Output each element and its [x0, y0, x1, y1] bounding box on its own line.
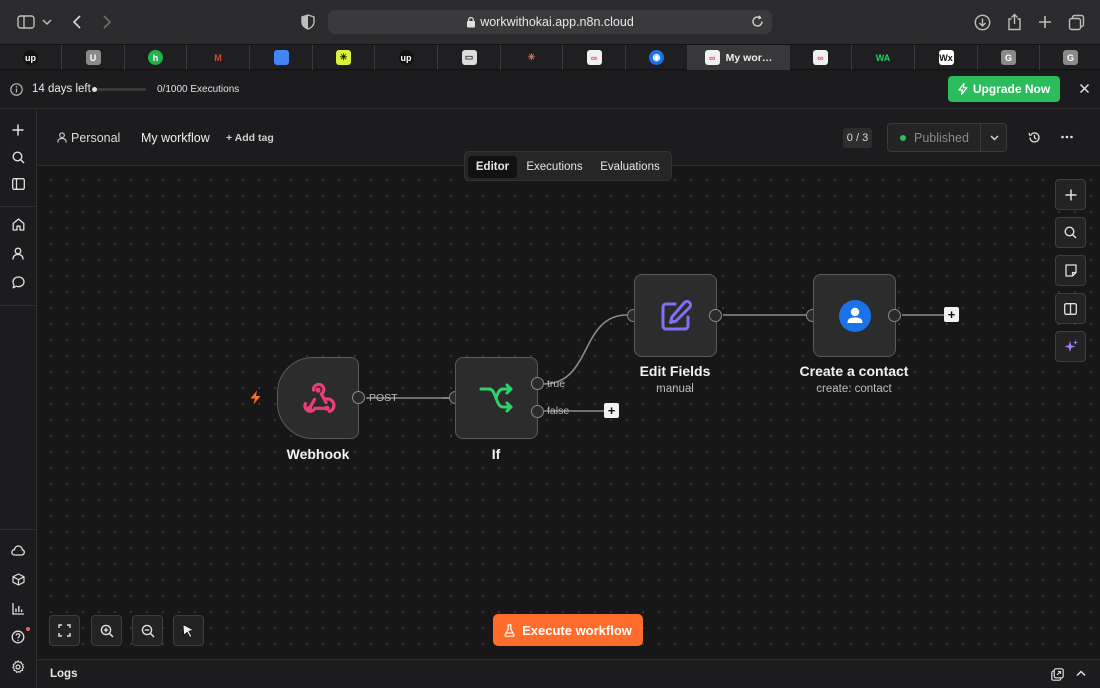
- webhook-node-title: Webhook: [286, 446, 350, 462]
- ai-assistant-button[interactable]: [1055, 331, 1086, 362]
- if-node-title: If: [491, 446, 501, 462]
- plus-icon: [1065, 189, 1076, 200]
- if-true-output-handle[interactable]: [531, 377, 544, 390]
- fit-view-icon: [58, 624, 71, 637]
- view-tabs: Editor Executions Evaluations: [464, 151, 672, 181]
- add-node-after-contact-button[interactable]: +: [944, 307, 959, 322]
- sparkle-icon: [1064, 339, 1078, 352]
- contact-output-handle[interactable]: [888, 309, 901, 322]
- google-contacts-icon: [838, 299, 871, 332]
- zoom-in-icon: [100, 624, 114, 638]
- trigger-lightning-icon: [249, 390, 262, 405]
- webhook-output-handle[interactable]: [352, 391, 365, 404]
- fit-view-button[interactable]: [49, 615, 80, 646]
- sticky-note-icon: [1064, 264, 1077, 277]
- search-icon: [1064, 226, 1077, 239]
- zoom-out-button[interactable]: [132, 615, 163, 646]
- edit-fields-output-handle[interactable]: [709, 309, 722, 322]
- logs-bar[interactable]: Logs: [37, 659, 1100, 688]
- flask-icon: [504, 623, 515, 637]
- connections-layer: [366, 314, 945, 412]
- execute-workflow-label: Execute workflow: [522, 622, 632, 638]
- pop-out-logs-icon[interactable]: [1051, 668, 1064, 681]
- add-node-button[interactable]: [1055, 179, 1086, 210]
- panel-icon: [1064, 302, 1077, 315]
- webhook-method-label: POST: [369, 392, 398, 404]
- webhook-node[interactable]: [277, 357, 359, 439]
- edit-fields-node-subtitle: manual: [656, 383, 694, 395]
- if-true-label: true: [547, 378, 566, 390]
- zoom-out-icon: [141, 624, 155, 638]
- edit-fields-node-title: Edit Fields: [639, 363, 711, 379]
- if-false-output-handle[interactable]: [531, 405, 544, 418]
- create-contact-node-subtitle: create: contact: [816, 383, 892, 395]
- sticky-note-button[interactable]: [1055, 255, 1086, 286]
- pointer-mode-button[interactable]: [173, 615, 204, 646]
- logs-label: Logs: [50, 668, 78, 680]
- node-search-button[interactable]: [1055, 217, 1086, 248]
- if-branch-icon: [479, 383, 512, 413]
- create-contact-node-title: Create a contact: [799, 363, 909, 379]
- if-node[interactable]: [455, 357, 538, 439]
- edit-pencil-icon: [661, 299, 692, 330]
- webhook-icon: [303, 382, 336, 414]
- tab-evaluations[interactable]: Evaluations: [592, 156, 668, 178]
- tab-editor[interactable]: Editor: [468, 156, 517, 178]
- if-false-label: false: [547, 405, 570, 417]
- tab-executions[interactable]: Executions: [521, 156, 588, 178]
- chevron-up-icon[interactable]: [1076, 670, 1086, 677]
- create-contact-node[interactable]: [813, 274, 896, 357]
- edit-fields-node[interactable]: [634, 274, 717, 357]
- cursor-icon: [182, 623, 194, 638]
- add-node-false-button[interactable]: +: [604, 403, 619, 418]
- toggle-panel-button[interactable]: [1055, 293, 1086, 324]
- zoom-in-button[interactable]: [91, 615, 122, 646]
- execute-workflow-button[interactable]: Execute workflow: [493, 614, 643, 646]
